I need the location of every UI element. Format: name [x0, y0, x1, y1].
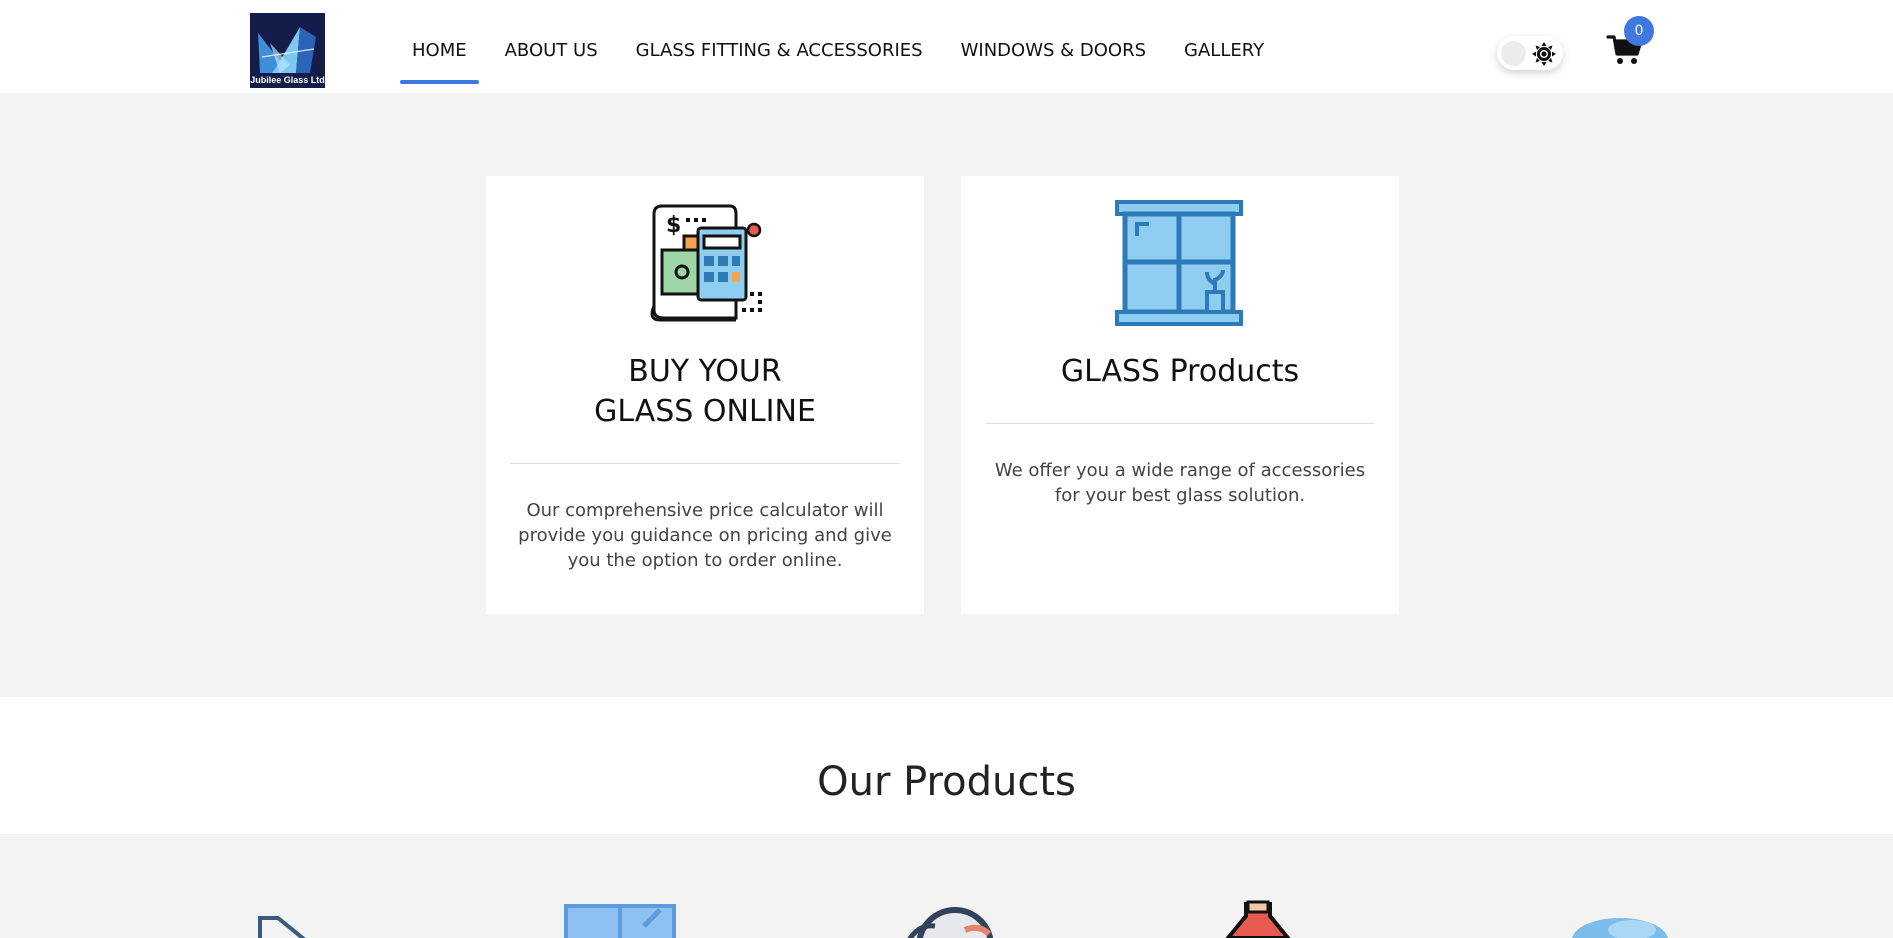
window-cleaning-icon[interactable]	[560, 900, 680, 938]
glass-bottle-icon[interactable]	[1198, 900, 1318, 938]
nav-about-us[interactable]: ABOUT US	[493, 38, 610, 68]
main-nav: HOME ABOUT US GLASS FITTING & ACCESSORIE…	[400, 38, 1290, 84]
products-title: Our Products	[817, 759, 1076, 805]
divider	[510, 463, 900, 464]
site-header: Jubilee Glass Ltd HOME ABOUT US GLASS FI…	[0, 0, 1893, 93]
feature-title-line: GLASS ONLINE	[594, 394, 816, 429]
feature-title-line: BUY YOUR	[628, 354, 782, 389]
svg-text:$: $	[666, 213, 681, 238]
feature-title-line: GLASS Products	[1060, 354, 1300, 389]
feature-description: Our comprehensive price calculator will …	[518, 500, 892, 571]
theme-toggle[interactable]	[1497, 36, 1563, 70]
toggle-knob	[1501, 41, 1526, 66]
nav-home[interactable]: HOME	[400, 38, 479, 84]
glass-shape-icon[interactable]	[1550, 900, 1670, 938]
magnifier-icon[interactable]	[895, 900, 1015, 938]
feature-card-glass-products[interactable]: GLASS Products We offer you a wide range…	[961, 176, 1399, 614]
feature-card-buy-online[interactable]: $ BUY YOUR GLASS ONLINE Our comprehensiv…	[486, 176, 924, 614]
nav-windows-doors[interactable]: WINDOWS & DOORS	[949, 38, 1158, 68]
glass-window-icon	[1115, 200, 1243, 326]
logo-text: Jubilee Glass Ltd	[250, 75, 325, 85]
price-calculator-icon: $	[650, 204, 762, 322]
feature-title: GLASS Products	[961, 352, 1399, 392]
feature-title: BUY YOUR GLASS ONLINE	[486, 352, 924, 432]
products-section-header: Our Products	[0, 697, 1893, 834]
sun-icon	[1532, 42, 1556, 66]
feature-description: We offer you a wide range of accessories…	[994, 460, 1366, 506]
divider	[985, 423, 1375, 424]
nav-glass-fitting-accessories[interactable]: GLASS FITTING & ACCESSORIES	[624, 38, 935, 68]
cart-count-badge: 0	[1624, 16, 1654, 46]
nav-gallery[interactable]: GALLERY	[1172, 38, 1276, 68]
shower-door-icon[interactable]	[250, 900, 370, 938]
site-logo[interactable]: Jubilee Glass Ltd	[250, 13, 325, 88]
